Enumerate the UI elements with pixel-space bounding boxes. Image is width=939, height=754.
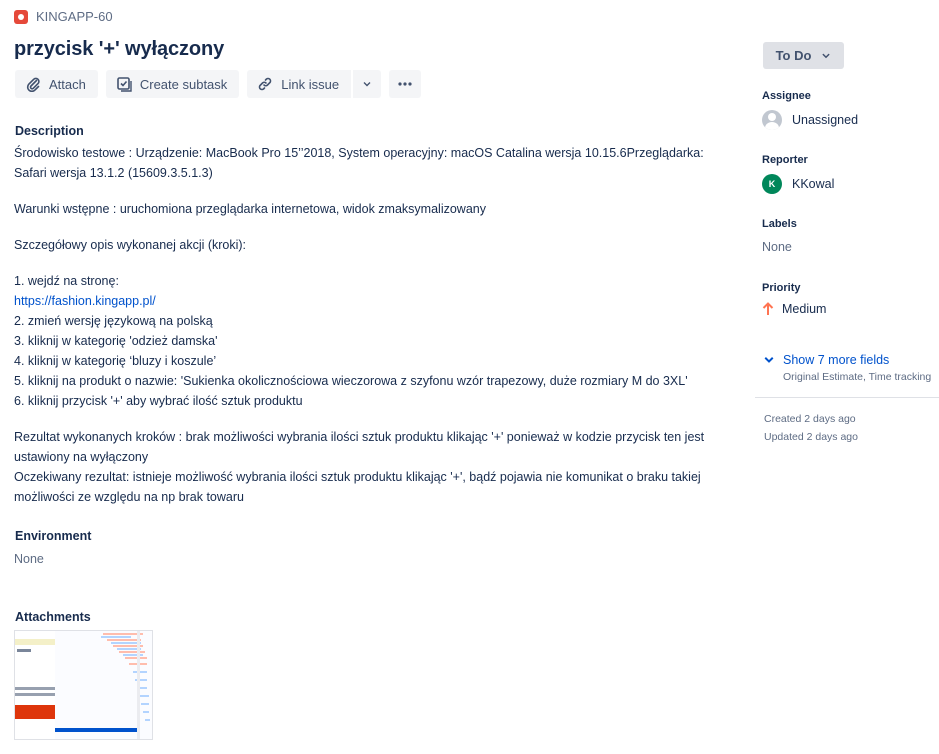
attachment-thumbnail[interactable] — [14, 630, 153, 740]
link-issue-label: Link issue — [281, 76, 340, 92]
description-line: 6. kliknij przycisk '+' aby wybrać ilość… — [14, 394, 303, 408]
priority-value: Medium — [782, 302, 827, 316]
more-actions-button[interactable] — [389, 70, 422, 98]
description-line: Szczegółowy opis wykonanej akcji (kroki)… — [14, 238, 247, 252]
description-line: 2. zmień wersję językową na polską — [14, 314, 213, 328]
updated-date: Updated 2 days ago — [764, 431, 858, 443]
site-link[interactable]: https://fashion.kingapp.pl/ — [14, 294, 156, 308]
issue-key-breadcrumb[interactable]: KINGAPP-60 — [14, 9, 113, 24]
bug-icon — [14, 9, 28, 24]
description-heading: Description — [15, 124, 84, 138]
description-line: Oczekiwany rezultat: istnieje możliwość … — [14, 470, 701, 504]
assignee-label: Assignee — [762, 90, 811, 102]
link-issue-button[interactable]: Link issue — [247, 70, 352, 98]
checkbox-icon — [117, 77, 132, 92]
more-icon — [398, 82, 412, 86]
paperclip-icon — [26, 77, 40, 92]
description-line: 1. wejdź na stronę: — [14, 274, 119, 288]
description-line: 3. kliknij w kategorię 'odzież damska' — [14, 334, 218, 348]
description-line: Środowisko testowe : Urządzenie: MacBook… — [14, 146, 704, 180]
avatar-placeholder-icon — [762, 110, 782, 130]
attach-label: Attach — [49, 76, 86, 92]
assignee-value: Unassigned — [792, 113, 859, 127]
more-fields-summary: Original Estimate, Time tracking — [783, 371, 932, 383]
chevron-down-icon — [363, 82, 371, 87]
attachment-preview-image — [15, 631, 152, 739]
status-dropdown[interactable]: To Do — [763, 42, 844, 69]
reporter-value: KKowal — [792, 177, 835, 191]
environment-heading: Environment — [15, 529, 92, 543]
description-line: 4. kliknij w kategorię ‘bluzy i koszule’ — [14, 354, 217, 368]
labels-value[interactable]: None — [762, 240, 792, 254]
description-line: 5. kliknij na produkt o nazwie: 'Sukienk… — [14, 374, 688, 388]
create-subtask-button[interactable]: Create subtask — [105, 70, 240, 98]
chevron-down-icon — [764, 357, 774, 363]
environment-value[interactable]: None — [14, 552, 44, 566]
link-issue-split: Link issue — [247, 70, 382, 98]
priority-field[interactable]: Medium — [762, 302, 826, 316]
reporter-field[interactable]: K KKowal — [762, 174, 834, 194]
issue-key[interactable]: KINGAPP-60 — [36, 9, 113, 24]
priority-label: Priority — [762, 282, 801, 294]
show-more-fields-label: Show 7 more fields — [783, 353, 890, 367]
link-issue-dropdown[interactable] — [353, 70, 382, 98]
reporter-label: Reporter — [762, 154, 808, 166]
avatar: K — [762, 174, 782, 194]
description-line: Warunki wstępne : uruchomiona przeglądar… — [14, 202, 486, 216]
created-date: Created 2 days ago — [764, 413, 856, 425]
description-body[interactable]: Środowisko testowe : Urządzenie: MacBook… — [14, 143, 714, 507]
status-label: To Do — [775, 48, 812, 63]
arrow-up-icon — [762, 302, 774, 315]
chevron-down-icon — [822, 53, 831, 58]
sidebar-divider — [755, 397, 939, 398]
assignee-field[interactable]: Unassigned — [762, 110, 858, 130]
create-subtask-label: Create subtask — [139, 76, 228, 92]
show-more-fields-button[interactable]: Show 7 more fields — [763, 353, 889, 367]
attach-button[interactable]: Attach — [15, 70, 98, 98]
issue-toolbar: Attach Create subtask Link issue — [15, 70, 422, 98]
issue-title[interactable]: przycisk '+' wyłączony — [14, 38, 224, 61]
link-icon — [259, 77, 272, 91]
description-line: Rezultat wykonanych kroków : brak możliw… — [14, 430, 705, 464]
attachments-heading: Attachments — [15, 610, 91, 624]
labels-label: Labels — [762, 218, 797, 230]
